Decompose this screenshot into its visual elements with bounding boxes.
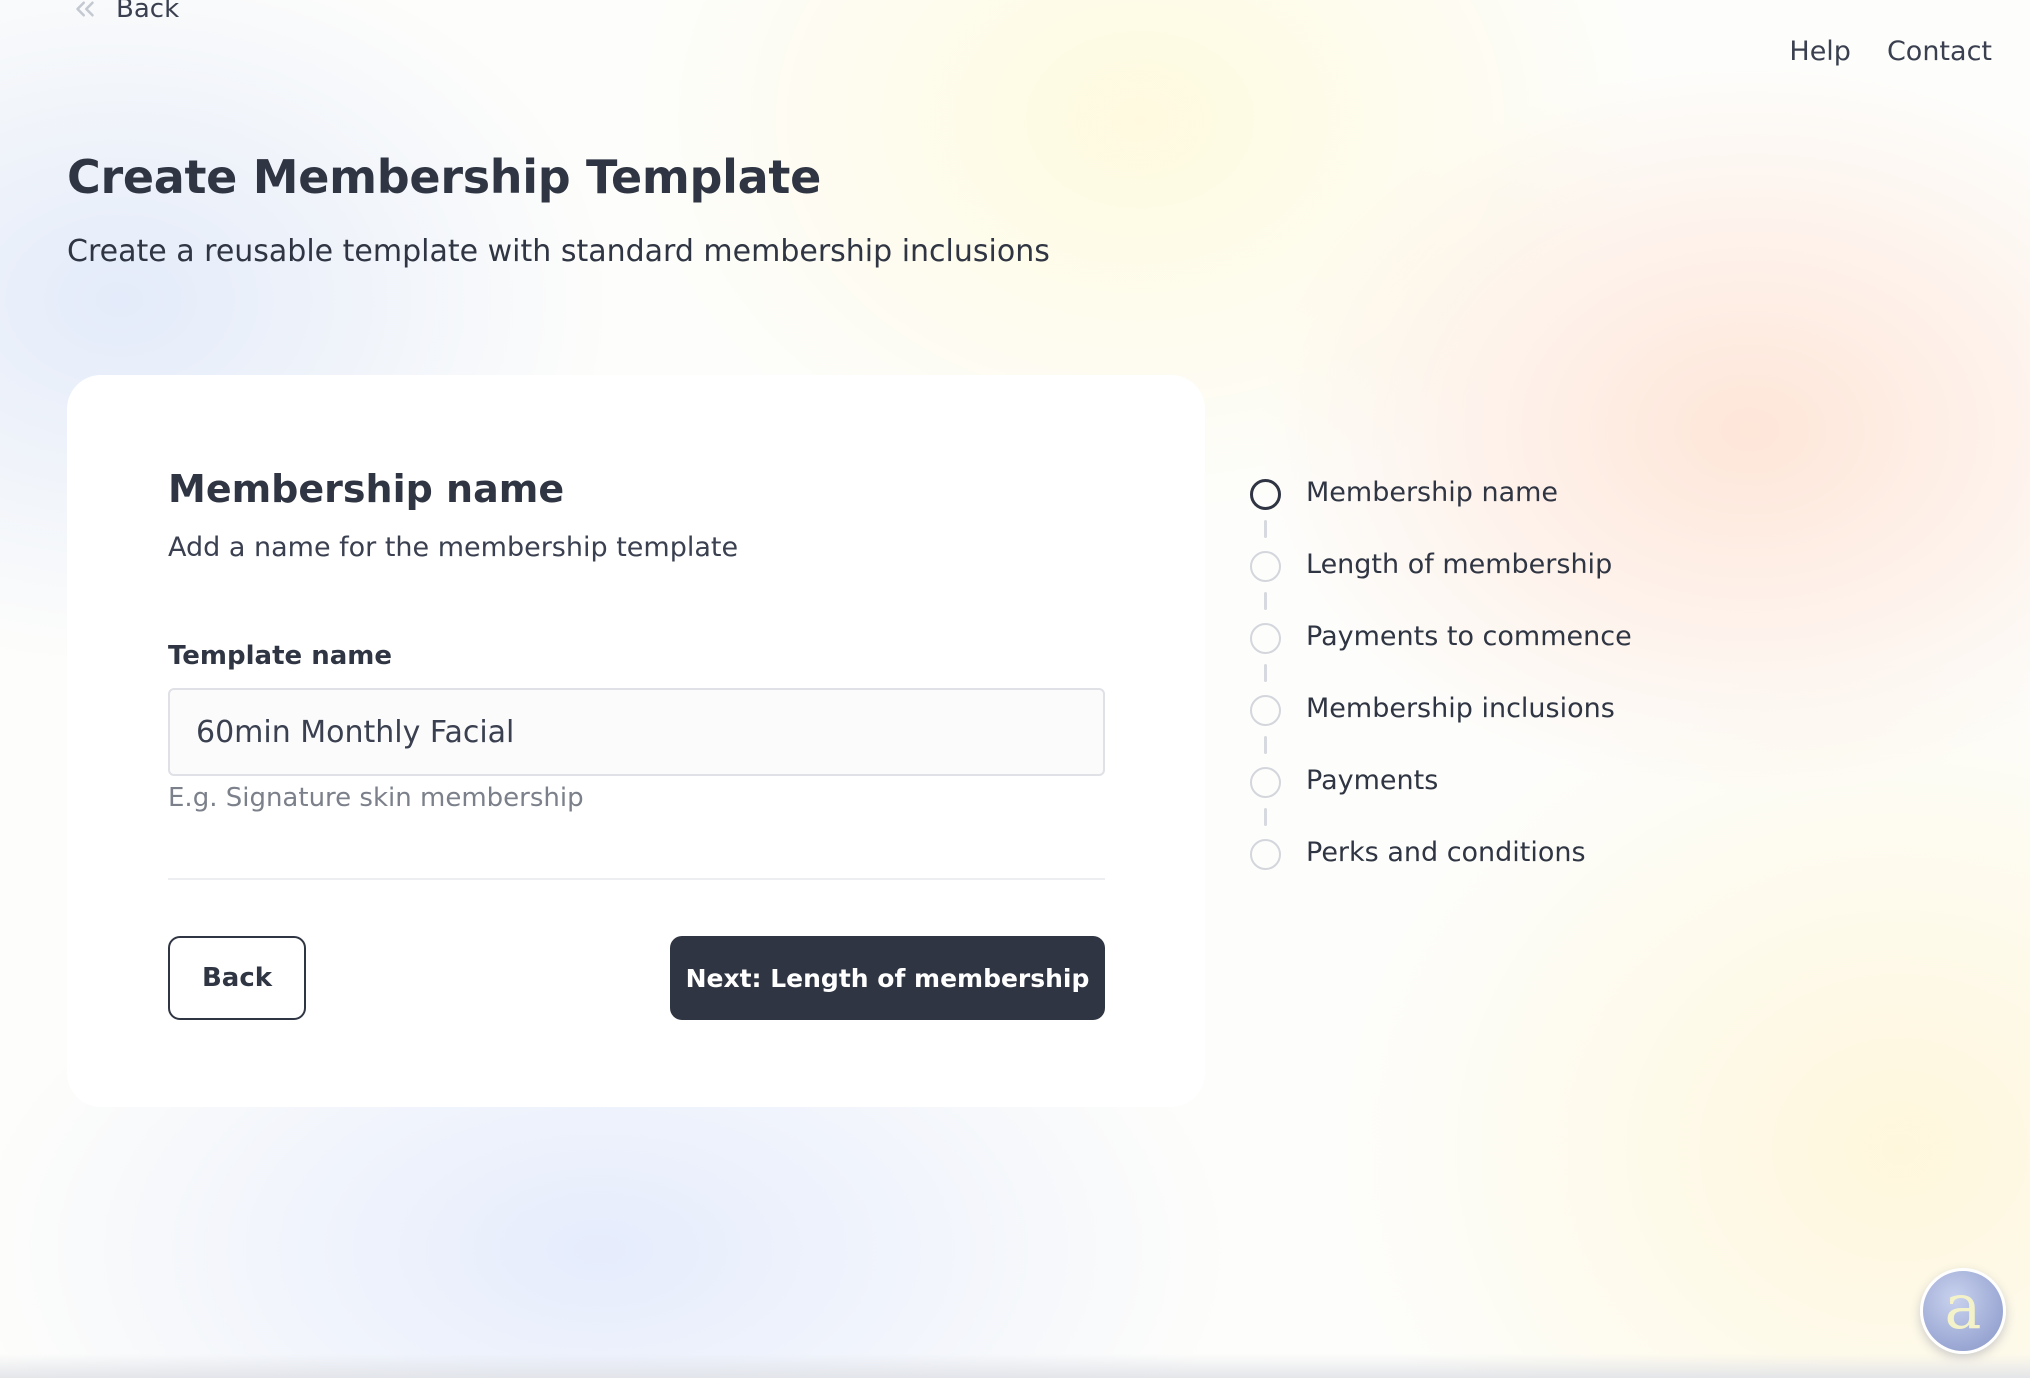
step-connector [1264,520,1267,538]
step-membership-inclusions[interactable]: Membership inclusions [1250,692,1632,764]
section-title: Membership name [168,467,565,511]
step-connector [1264,592,1267,610]
divider [168,878,1105,880]
step-label: Payments to commence [1306,621,1632,652]
page-subtitle: Create a reusable template with standard… [67,234,1050,269]
top-back-link[interactable]: Back [70,0,179,24]
form-card: Membership name Add a name for the membe… [67,375,1205,1107]
step-membership-name[interactable]: Membership name [1250,476,1632,548]
double-chevron-left-icon [76,1,94,17]
help-link[interactable]: Help [1789,36,1851,67]
top-nav: Help Contact [1789,36,1992,67]
step-payments[interactable]: Payments [1250,764,1632,836]
step-label: Membership name [1306,477,1559,508]
section-description: Add a name for the membership template [168,532,739,563]
step-label: Membership inclusions [1306,693,1615,724]
page-title: Create Membership Template [67,150,821,204]
template-name-input[interactable] [168,688,1105,776]
bottom-edge [0,1354,2030,1378]
top-back-label: Back [116,0,180,24]
step-payments-to-commence[interactable]: Payments to commence [1250,620,1632,692]
contact-link[interactable]: Contact [1887,36,1992,67]
step-circle-icon [1250,551,1281,582]
step-connector [1264,736,1267,754]
template-name-hint: E.g. Signature skin membership [168,783,584,813]
step-circle-icon [1250,623,1281,654]
step-circle-icon [1250,839,1281,870]
step-perks-and-conditions[interactable]: Perks and conditions [1250,836,1632,908]
assistant-logo-icon: a [1944,1270,1982,1343]
progress-steps: Membership name Length of membership Pay… [1250,476,1632,908]
step-circle-icon [1250,479,1281,510]
back-button[interactable]: Back [168,936,306,1020]
step-label: Payments [1306,765,1439,796]
step-length-of-membership[interactable]: Length of membership [1250,548,1632,620]
step-circle-icon [1250,767,1281,798]
step-label: Perks and conditions [1306,837,1586,868]
step-connector [1264,808,1267,826]
next-button[interactable]: Next: Length of membership [670,936,1105,1020]
template-name-label: Template name [168,641,392,671]
assistant-chat-button[interactable]: a [1920,1268,2006,1354]
step-connector [1264,664,1267,682]
step-label: Length of membership [1306,549,1613,580]
step-circle-icon [1250,695,1281,726]
